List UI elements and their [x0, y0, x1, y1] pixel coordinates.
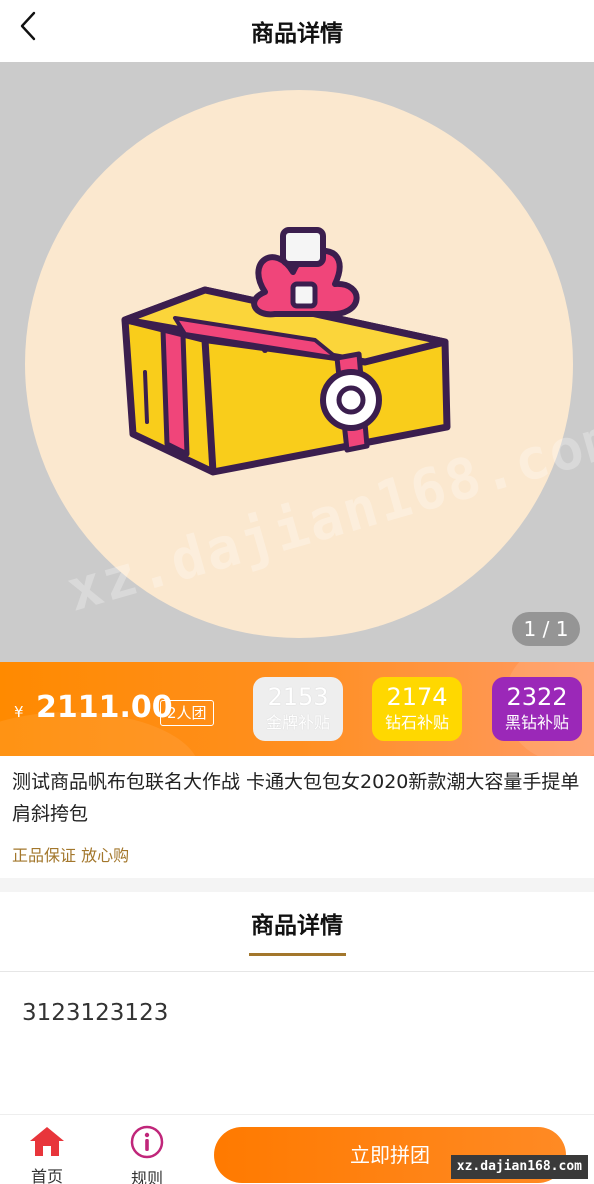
- site-watermark-badge: xz.dajian168.com: [450, 1155, 588, 1179]
- group-size-badge: 2人团: [160, 700, 214, 726]
- group-price: 2111.00: [36, 690, 173, 725]
- detail-content: 3123123123: [22, 1000, 169, 1026]
- price-bar: ¥ 2111.00 2人团 2153 金牌补贴 2174 钻石补贴 2322 黑…: [0, 662, 594, 756]
- subsidy-label: 黑钻补贴: [504, 713, 569, 732]
- rules-label: 规则: [130, 1169, 163, 1184]
- subsidy-gold: 2153 金牌补贴: [253, 677, 343, 741]
- subsidy-black-diamond: 2322 黑钻补贴: [492, 677, 582, 741]
- tab-product-details[interactable]: 商品详情: [0, 906, 594, 940]
- subsidy-label: 钻石补贴: [384, 713, 449, 732]
- guarantee-text: 正品保证 放心购: [12, 846, 130, 865]
- subsidy-value: 2153: [267, 683, 329, 711]
- home-icon: [30, 1127, 64, 1156]
- subsidy-value: 2322: [506, 683, 568, 711]
- subsidy-diamond: 2174 钻石补贴: [372, 677, 462, 741]
- info-circle-icon: [130, 1125, 164, 1159]
- currency-symbol: ¥: [14, 703, 24, 721]
- subsidy-value: 2174: [386, 683, 448, 711]
- rules-button[interactable]: 规则: [117, 1125, 177, 1184]
- subsidy-label: 金牌补贴: [265, 713, 330, 732]
- page-title: 商品详情: [251, 21, 343, 47]
- image-counter: 1 / 1: [512, 612, 580, 646]
- divider: [0, 971, 594, 972]
- top-navbar: 商品详情: [0, 0, 594, 62]
- product-title: 测试商品帆布包联名大作战 卡通大包包女2020新款潮大容量手提单肩斜挎包: [12, 771, 580, 825]
- section-separator: [0, 878, 594, 892]
- home-button[interactable]: 首页: [17, 1125, 77, 1184]
- home-label: 首页: [30, 1167, 63, 1184]
- product-image-gallery[interactable]: xz.dajian168.com 1 / 1: [0, 62, 594, 662]
- tab-active-indicator: [249, 953, 346, 956]
